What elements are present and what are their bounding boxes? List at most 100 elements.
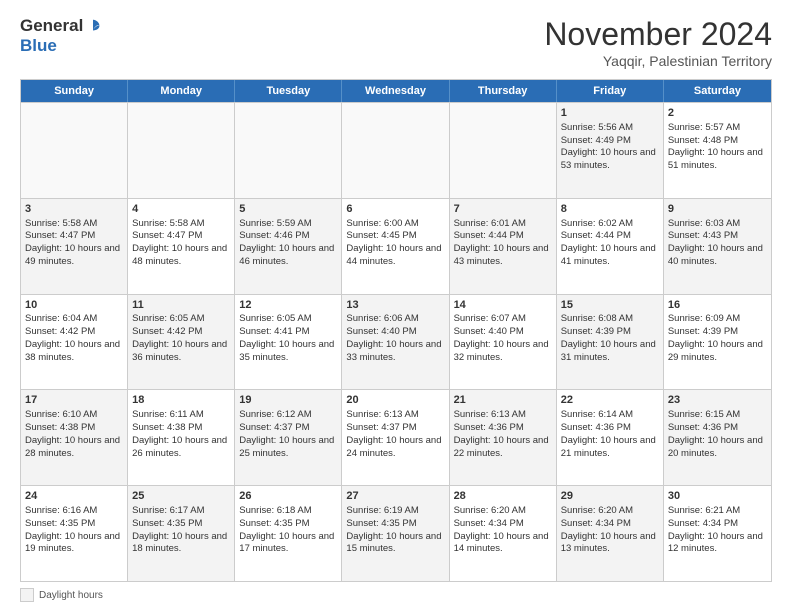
sunset: Sunset: 4:38 PM [132, 422, 230, 435]
sunrise: Sunrise: 6:11 AM [132, 409, 230, 422]
daylight: Daylight: 10 hours and 25 minutes. [239, 435, 337, 461]
daylight: Daylight: 10 hours and 46 minutes. [239, 243, 337, 269]
cal-cell-1-5: 8 Sunrise: 6:02 AM Sunset: 4:44 PM Dayli… [557, 199, 664, 294]
calendar-header: SundayMondayTuesdayWednesdayThursdayFrid… [21, 80, 771, 102]
daylight: Daylight: 10 hours and 36 minutes. [132, 339, 230, 365]
cal-row-3: 17 Sunrise: 6:10 AM Sunset: 4:38 PM Dayl… [21, 389, 771, 485]
sunset: Sunset: 4:34 PM [668, 518, 767, 531]
cal-cell-4-0: 24 Sunrise: 6:16 AM Sunset: 4:35 PM Dayl… [21, 486, 128, 581]
cal-cell-4-3: 27 Sunrise: 6:19 AM Sunset: 4:35 PM Dayl… [342, 486, 449, 581]
cal-row-2: 10 Sunrise: 6:04 AM Sunset: 4:42 PM Dayl… [21, 294, 771, 390]
calendar: SundayMondayTuesdayWednesdayThursdayFrid… [20, 79, 772, 582]
cal-cell-4-1: 25 Sunrise: 6:17 AM Sunset: 4:35 PM Dayl… [128, 486, 235, 581]
day-num: 17 [25, 393, 123, 408]
sunset: Sunset: 4:35 PM [239, 518, 337, 531]
sunset: Sunset: 4:44 PM [454, 230, 552, 243]
logo-blue: Blue [20, 36, 57, 55]
sunrise: Sunrise: 5:56 AM [561, 122, 659, 135]
sunset: Sunset: 4:43 PM [668, 230, 767, 243]
daylight: Daylight: 10 hours and 24 minutes. [346, 435, 444, 461]
cal-cell-0-0 [21, 103, 128, 198]
cal-cell-1-6: 9 Sunrise: 6:03 AM Sunset: 4:43 PM Dayli… [664, 199, 771, 294]
daylight: Daylight: 10 hours and 41 minutes. [561, 243, 659, 269]
page: General Blue November 2024 Yaqqir, Pales… [0, 0, 792, 612]
month-title: November 2024 [544, 16, 772, 53]
header-friday: Friday [557, 80, 664, 102]
sunset: Sunset: 4:40 PM [454, 326, 552, 339]
day-num: 30 [668, 489, 767, 504]
cal-cell-4-4: 28 Sunrise: 6:20 AM Sunset: 4:34 PM Dayl… [450, 486, 557, 581]
cal-cell-3-0: 17 Sunrise: 6:10 AM Sunset: 4:38 PM Dayl… [21, 390, 128, 485]
sunset: Sunset: 4:42 PM [132, 326, 230, 339]
cal-row-1: 3 Sunrise: 5:58 AM Sunset: 4:47 PM Dayli… [21, 198, 771, 294]
cal-cell-2-0: 10 Sunrise: 6:04 AM Sunset: 4:42 PM Dayl… [21, 295, 128, 390]
sunset: Sunset: 4:34 PM [454, 518, 552, 531]
sunrise: Sunrise: 5:58 AM [132, 218, 230, 231]
sunset: Sunset: 4:46 PM [239, 230, 337, 243]
sunset: Sunset: 4:36 PM [668, 422, 767, 435]
logo: General Blue [20, 16, 102, 56]
sunset: Sunset: 4:35 PM [25, 518, 123, 531]
sunset: Sunset: 4:37 PM [239, 422, 337, 435]
day-num: 9 [668, 202, 767, 217]
day-num: 7 [454, 202, 552, 217]
daylight: Daylight: 10 hours and 43 minutes. [454, 243, 552, 269]
sunrise: Sunrise: 6:18 AM [239, 505, 337, 518]
sunrise: Sunrise: 6:08 AM [561, 313, 659, 326]
header-tuesday: Tuesday [235, 80, 342, 102]
cal-cell-0-6: 2 Sunrise: 5:57 AM Sunset: 4:48 PM Dayli… [664, 103, 771, 198]
header-sunday: Sunday [21, 80, 128, 102]
sunrise: Sunrise: 6:12 AM [239, 409, 337, 422]
daylight: Daylight: 10 hours and 33 minutes. [346, 339, 444, 365]
cal-cell-4-2: 26 Sunrise: 6:18 AM Sunset: 4:35 PM Dayl… [235, 486, 342, 581]
daylight: Daylight: 10 hours and 29 minutes. [668, 339, 767, 365]
sunset: Sunset: 4:35 PM [132, 518, 230, 531]
day-num: 6 [346, 202, 444, 217]
sunset: Sunset: 4:39 PM [668, 326, 767, 339]
daylight: Daylight: 10 hours and 28 minutes. [25, 435, 123, 461]
logo-general: General [20, 16, 83, 36]
daylight: Daylight: 10 hours and 12 minutes. [668, 531, 767, 557]
day-num: 5 [239, 202, 337, 217]
daylight: Daylight: 10 hours and 49 minutes. [25, 243, 123, 269]
daylight: Daylight: 10 hours and 17 minutes. [239, 531, 337, 557]
daylight: Daylight: 10 hours and 51 minutes. [668, 147, 767, 173]
day-num: 29 [561, 489, 659, 504]
sunrise: Sunrise: 6:17 AM [132, 505, 230, 518]
cal-cell-1-4: 7 Sunrise: 6:01 AM Sunset: 4:44 PM Dayli… [450, 199, 557, 294]
sunset: Sunset: 4:42 PM [25, 326, 123, 339]
day-num: 14 [454, 298, 552, 313]
cal-cell-1-0: 3 Sunrise: 5:58 AM Sunset: 4:47 PM Dayli… [21, 199, 128, 294]
daylight: Daylight: 10 hours and 20 minutes. [668, 435, 767, 461]
sunrise: Sunrise: 6:13 AM [346, 409, 444, 422]
daylight: Daylight: 10 hours and 35 minutes. [239, 339, 337, 365]
sunset: Sunset: 4:44 PM [561, 230, 659, 243]
day-num: 12 [239, 298, 337, 313]
day-num: 22 [561, 393, 659, 408]
sunset: Sunset: 4:41 PM [239, 326, 337, 339]
day-num: 28 [454, 489, 552, 504]
day-num: 16 [668, 298, 767, 313]
daylight-label: Daylight hours [39, 590, 103, 601]
cal-cell-2-5: 15 Sunrise: 6:08 AM Sunset: 4:39 PM Dayl… [557, 295, 664, 390]
sunset: Sunset: 4:38 PM [25, 422, 123, 435]
cal-cell-3-4: 21 Sunrise: 6:13 AM Sunset: 4:36 PM Dayl… [450, 390, 557, 485]
day-num: 18 [132, 393, 230, 408]
cal-cell-3-5: 22 Sunrise: 6:14 AM Sunset: 4:36 PM Dayl… [557, 390, 664, 485]
day-num: 10 [25, 298, 123, 313]
daylight-box [20, 588, 34, 602]
sunrise: Sunrise: 5:58 AM [25, 218, 123, 231]
sunset: Sunset: 4:47 PM [25, 230, 123, 243]
daylight: Daylight: 10 hours and 48 minutes. [132, 243, 230, 269]
day-num: 4 [132, 202, 230, 217]
sunset: Sunset: 4:47 PM [132, 230, 230, 243]
sunrise: Sunrise: 6:00 AM [346, 218, 444, 231]
sunrise: Sunrise: 6:19 AM [346, 505, 444, 518]
header-wednesday: Wednesday [342, 80, 449, 102]
sunrise: Sunrise: 6:10 AM [25, 409, 123, 422]
day-num: 21 [454, 393, 552, 408]
header-saturday: Saturday [664, 80, 771, 102]
header-monday: Monday [128, 80, 235, 102]
header-thursday: Thursday [450, 80, 557, 102]
sunset: Sunset: 4:35 PM [346, 518, 444, 531]
